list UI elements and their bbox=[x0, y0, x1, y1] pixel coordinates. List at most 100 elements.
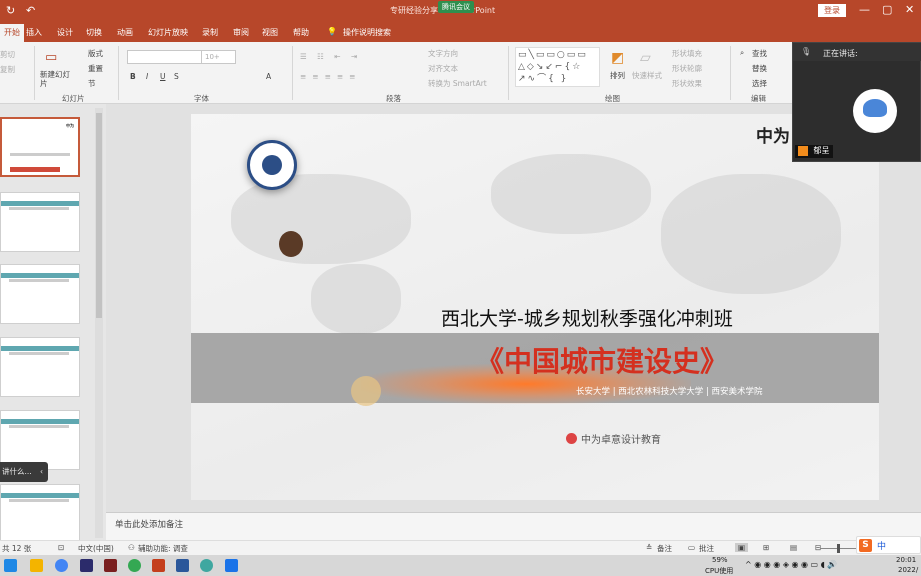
notes-pane[interactable]: 单击此处添加备注 bbox=[106, 512, 921, 540]
browser-icon[interactable] bbox=[128, 559, 141, 572]
tab-help[interactable]: 帮助 bbox=[293, 27, 309, 38]
meeting-window[interactable]: 🎙 正在讲话: 郁呈 bbox=[792, 42, 921, 162]
ime-toolbar[interactable]: S 中 bbox=[856, 536, 921, 554]
tencent-meeting-icon[interactable] bbox=[225, 559, 238, 572]
thumbnail-line bbox=[9, 352, 69, 355]
thumbnail-scrollbar-thumb[interactable] bbox=[96, 113, 102, 318]
meeting-indicator[interactable]: 腾讯会议 bbox=[438, 1, 474, 13]
slide-thumbnail-4[interactable] bbox=[0, 337, 80, 397]
drawing-group-label: 绘图 bbox=[605, 94, 620, 103]
align-buttons[interactable]: ≡≡≡≡≡ bbox=[300, 72, 361, 81]
brand-icon bbox=[566, 433, 577, 444]
clock-date[interactable]: 2022/ bbox=[898, 566, 918, 574]
notes-placeholder: 单击此处添加备注 bbox=[115, 520, 184, 530]
notes-button[interactable]: 备注 bbox=[657, 543, 672, 554]
quick-styles-button[interactable]: 快速样式 bbox=[632, 70, 662, 81]
thumbnail-header bbox=[1, 493, 79, 498]
normal-view-icon[interactable]: ▣ bbox=[735, 543, 749, 552]
tab-animations[interactable]: 动画 bbox=[117, 27, 133, 38]
slide-thumbnail-6[interactable] bbox=[0, 484, 80, 544]
new-slide-button[interactable]: 新建幻灯片 bbox=[40, 70, 70, 88]
italic-button[interactable]: I bbox=[146, 72, 148, 81]
clock-time[interactable]: 20:01 bbox=[896, 556, 916, 564]
proofing-icon[interactable]: ⊡ bbox=[58, 543, 64, 552]
bold-button[interactable]: B bbox=[130, 72, 136, 81]
accessibility-status[interactable]: 辅助功能: 调查 bbox=[138, 543, 188, 554]
smartart-button[interactable]: 转换为 SmartArt bbox=[428, 78, 487, 89]
thumbnail-line bbox=[9, 499, 69, 502]
font-color-button[interactable]: A bbox=[266, 72, 271, 81]
comments-icon: ▭ bbox=[688, 543, 696, 552]
autosave-icon[interactable]: ↻ bbox=[6, 4, 15, 17]
comments-button[interactable]: 批注 bbox=[699, 543, 714, 554]
list-buttons[interactable]: ☰ ☷ ⇤ ⇥ bbox=[300, 52, 361, 61]
section-button[interactable]: 节 bbox=[88, 78, 96, 89]
lightbulb-icon: 💡 bbox=[327, 27, 337, 36]
file-explorer-icon[interactable] bbox=[30, 559, 43, 572]
start-icon[interactable] bbox=[4, 559, 17, 572]
tab-insert[interactable]: 插入 bbox=[26, 27, 42, 38]
underline-button[interactable]: U bbox=[160, 72, 166, 81]
participant-tag: 郁呈 bbox=[795, 145, 833, 158]
zoom-slider[interactable] bbox=[820, 548, 860, 549]
font-size-box[interactable]: 10+ bbox=[201, 50, 236, 64]
text-direction-button[interactable]: 文字方向 bbox=[428, 48, 458, 59]
mic-icon[interactable]: 🎙 bbox=[801, 47, 811, 56]
login-button[interactable]: 登录 bbox=[818, 4, 846, 17]
cut-button[interactable]: 剪切 bbox=[0, 49, 15, 60]
reading-view-icon[interactable]: ▤ bbox=[790, 543, 797, 552]
ime-mode[interactable]: 中 bbox=[877, 539, 886, 552]
chevron-left-icon[interactable]: ‹ bbox=[40, 467, 43, 476]
tab-view[interactable]: 视图 bbox=[262, 27, 278, 38]
select-button[interactable]: 选择 bbox=[752, 78, 767, 89]
tab-home[interactable]: 开始 bbox=[0, 24, 24, 42]
app-icon[interactable] bbox=[104, 559, 117, 572]
shape-fill-button[interactable]: 形状填充 bbox=[672, 48, 702, 59]
tab-design[interactable]: 设计 bbox=[57, 27, 73, 38]
powerpoint-icon[interactable] bbox=[152, 559, 165, 572]
world-map-shape bbox=[311, 264, 401, 334]
word-icon[interactable] bbox=[176, 559, 189, 572]
shape-effects-button[interactable]: 形状效果 bbox=[672, 78, 702, 89]
align-text-button[interactable]: 对齐文本 bbox=[428, 63, 458, 74]
language-status[interactable]: 中文(中国) bbox=[78, 543, 114, 554]
tab-transitions[interactable]: 切换 bbox=[86, 27, 102, 38]
tab-review[interactable]: 审阅 bbox=[233, 27, 249, 38]
tab-record[interactable]: 录制 bbox=[202, 27, 218, 38]
app-icon[interactable] bbox=[80, 559, 93, 572]
slide-thumbnail-2[interactable] bbox=[0, 192, 80, 252]
title-bar: ↻ ↶ 专研经验分享 — PowerPoint 腾讯会议 登录 — ▢ ✕ bbox=[0, 0, 921, 22]
reset-button[interactable]: 重置 bbox=[88, 63, 103, 74]
thumbnail-title-bar bbox=[10, 167, 60, 172]
zoom-knob[interactable] bbox=[837, 544, 840, 553]
find-button[interactable]: 查找 bbox=[752, 48, 767, 59]
speaking-label: 正在讲话: bbox=[823, 49, 858, 58]
app-icon[interactable] bbox=[200, 559, 213, 572]
chrome-icon[interactable] bbox=[55, 559, 68, 572]
undo-icon[interactable]: ↶ bbox=[26, 4, 35, 17]
participant-avatar bbox=[853, 89, 897, 133]
world-map-shape bbox=[231, 174, 411, 264]
close-button[interactable]: ✕ bbox=[905, 3, 914, 16]
slide-thumbnail-1[interactable]: 中为 bbox=[0, 117, 80, 177]
replace-button[interactable]: 替换 bbox=[752, 63, 767, 74]
layout-button[interactable]: 版式 bbox=[88, 48, 103, 59]
strikethrough-button[interactable]: S bbox=[174, 72, 179, 81]
tray-icons[interactable]: ^ ◉ ◉ ◉ ◈ ◉ ◉ ▭ ◖ 🔊 bbox=[745, 560, 837, 569]
arrange-button[interactable]: 排列 bbox=[610, 70, 625, 81]
shape-outline-button[interactable]: 形状轮廓 bbox=[672, 63, 702, 74]
tell-me-search[interactable]: 操作说明搜索 bbox=[343, 27, 391, 38]
world-map-shape bbox=[491, 154, 651, 234]
minimize-button[interactable]: — bbox=[859, 3, 870, 16]
tab-slideshow[interactable]: 幻灯片放映 bbox=[148, 27, 188, 38]
ribbon-tabs: 开始 插入 设计 切换 动画 幻灯片放映 录制 审阅 视图 帮助 💡 操作说明搜… bbox=[0, 22, 921, 42]
taskbar: 59% CPU使用 ^ ◉ ◉ ◉ ◈ ◉ ◉ ▭ ◖ 🔊 20:01 2022… bbox=[0, 555, 921, 576]
slide-thumbnail-5[interactable] bbox=[0, 410, 80, 470]
maximize-button[interactable]: ▢ bbox=[882, 3, 892, 16]
shapes-gallery[interactable]: ▭╲▭▭○▭▭ △◇↘↙⌐{☆ ↗∿⌒{ } bbox=[515, 47, 600, 87]
copy-button[interactable]: 复制 bbox=[0, 64, 15, 75]
slide-thumbnail-3[interactable] bbox=[0, 264, 80, 324]
slide-sorter-icon[interactable]: ⊞ bbox=[763, 543, 769, 552]
university-seal-logo bbox=[247, 140, 297, 190]
current-slide[interactable]: 中为 西北大学-城乡规划秋季强化冲刺班 《中国城市建设史》 长安大学 | 西北农… bbox=[191, 114, 879, 500]
